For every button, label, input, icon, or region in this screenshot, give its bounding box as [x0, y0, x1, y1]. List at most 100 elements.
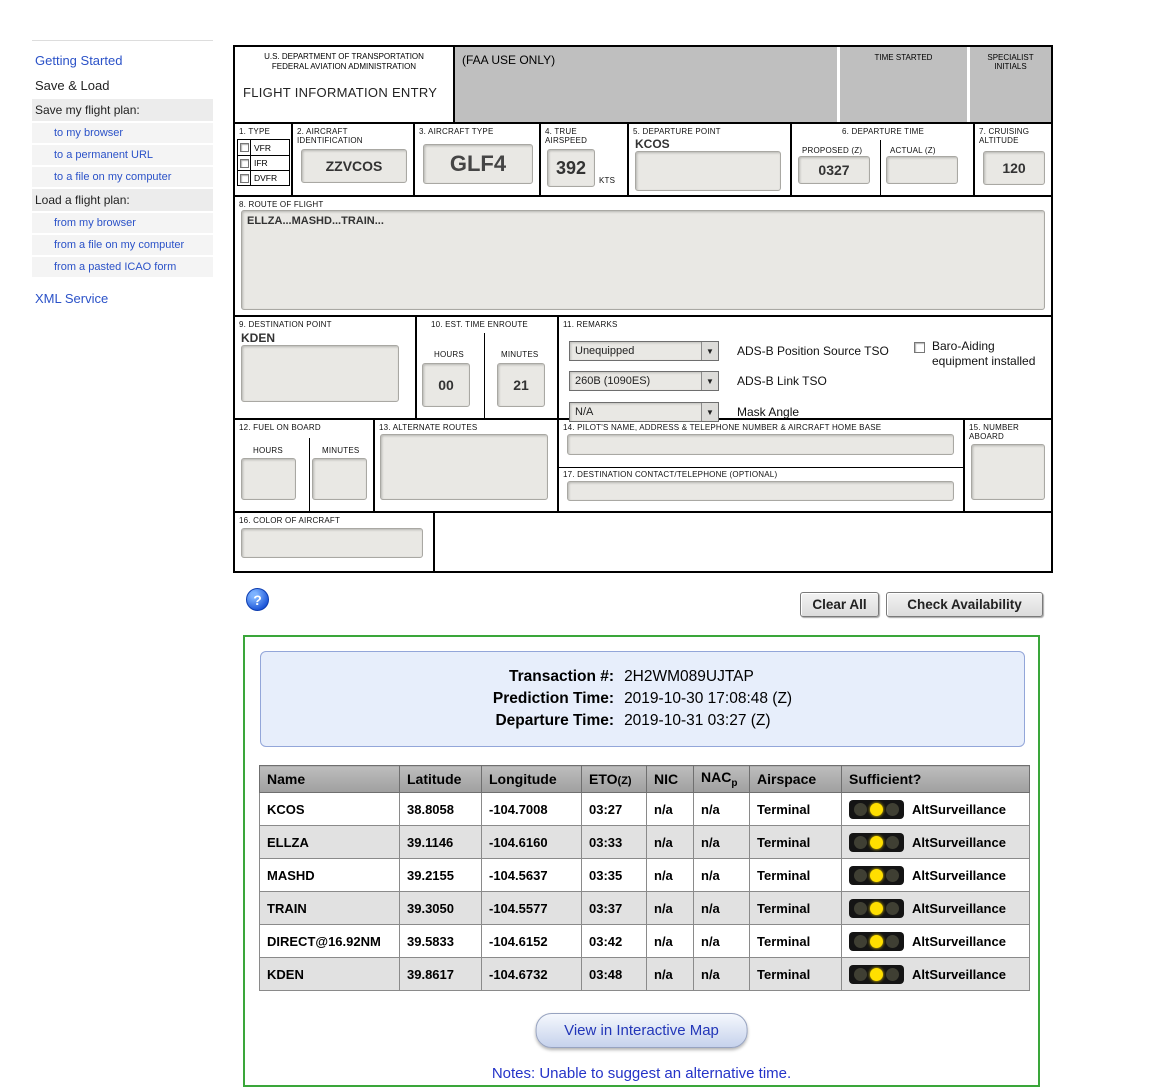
- sidebar-item-to-my-browser[interactable]: to my browser: [32, 123, 213, 143]
- sidebar: Getting Started Save & Load Save my flig…: [32, 40, 213, 312]
- table-row: MASHD 39.2155 -104.5637 03:35 n/a n/a Te…: [260, 859, 1030, 892]
- mask-angle-label: Mask Angle: [737, 405, 799, 419]
- cruising-altitude-input[interactable]: 120: [983, 151, 1045, 185]
- mask-angle-select[interactable]: N/A ▼: [569, 402, 719, 422]
- form-row-3: 12. FUEL ON BOARD HOURS MINUTES 13. ALTE…: [235, 420, 1051, 513]
- cell-nacp: n/a: [694, 859, 750, 892]
- aircraft-id-cell: 2. AIRCRAFT IDENTIFICATION ZZVCOS: [293, 124, 415, 195]
- remarks-cell: 11. REMARKS Unequipped ▼ ADS-B Position …: [559, 317, 1051, 418]
- help-icon[interactable]: ?: [246, 588, 269, 611]
- cruising-altitude-cell: 7. CRUISING ALTITUDE 120: [975, 124, 1051, 195]
- specialist-initials-line1: SPECIALIST: [970, 47, 1051, 62]
- results-table: Name Latitude Longitude ETO(Z) NIC NACp …: [259, 765, 1030, 991]
- kts-unit-label: KTS: [599, 176, 615, 185]
- actual-time-input[interactable]: [886, 156, 958, 184]
- true-airspeed-input[interactable]: 392: [547, 149, 595, 187]
- specialist-initials-line2: INITIALS: [970, 62, 1051, 71]
- header-longitude: Longitude: [482, 766, 582, 793]
- departure-time-label: Departure Time:: [493, 712, 614, 730]
- sidebar-item-from-a-file-on-my-computer[interactable]: from a file on my computer: [32, 235, 213, 255]
- fuel-hours-input[interactable]: [241, 458, 296, 500]
- aircraft-id-input[interactable]: ZZVCOS: [301, 149, 407, 183]
- destination-contact-input[interactable]: [567, 481, 954, 501]
- proposed-time-input[interactable]: 0327: [798, 156, 870, 184]
- actual-label: ACTUAL (Z): [890, 146, 936, 155]
- adsb-link-value: 260B (1090ES): [570, 372, 701, 390]
- traffic-light-icon: [849, 965, 904, 984]
- sidebar-item-from-a-pasted-icao-form[interactable]: from a pasted ICAO form: [32, 257, 213, 277]
- adsb-position-select[interactable]: Unequipped ▼: [569, 341, 719, 361]
- cell-airspace: Terminal: [750, 859, 842, 892]
- traffic-dot-off: [854, 968, 867, 981]
- color-of-aircraft-input[interactable]: [241, 528, 423, 558]
- sidebar-item-from-my-browser[interactable]: from my browser: [32, 213, 213, 233]
- dept-line2: FEDERAL AVIATION ADMINISTRATION: [235, 61, 453, 71]
- traffic-dot-on: [870, 836, 883, 849]
- sidebar-item-to-a-file-on-my-computer[interactable]: to a file on my computer: [32, 167, 213, 187]
- sidebar-item-getting-started[interactable]: Getting Started: [32, 49, 213, 72]
- transaction-value: 2H2WM089UJTAP: [624, 668, 792, 686]
- departure-time-label: 6. DEPARTURE TIME: [842, 127, 924, 136]
- departure-point-input[interactable]: [635, 151, 781, 191]
- header-eto: ETO(Z): [582, 766, 647, 793]
- cell-latitude: 38.8058: [400, 793, 482, 826]
- ete-divider: [484, 333, 485, 418]
- cell-nic: n/a: [647, 925, 694, 958]
- sidebar-item-to-a-permanent-url[interactable]: to a permanent URL: [32, 145, 213, 165]
- form-header-row: U.S. DEPARTMENT OF TRANSPORTATION FEDERA…: [235, 47, 1051, 124]
- vfr-checkbox[interactable]: [240, 143, 249, 152]
- cell-longitude: -104.6732: [482, 958, 582, 991]
- number-aboard-input[interactable]: [971, 444, 1045, 500]
- traffic-light-icon: [849, 932, 904, 951]
- route-value: ELLZA...MASHD...TRAIN...: [242, 211, 1044, 227]
- number-aboard-label: 15. NUMBER ABOARD: [969, 423, 1029, 441]
- alternate-routes-input[interactable]: [380, 434, 548, 500]
- ifr-checkbox[interactable]: [240, 159, 249, 168]
- cell-name: KDEN: [260, 958, 400, 991]
- cell-longitude: -104.6152: [482, 925, 582, 958]
- adsb-link-select[interactable]: 260B (1090ES) ▼: [569, 371, 719, 391]
- cell-nic: n/a: [647, 793, 694, 826]
- view-interactive-map-button[interactable]: View in Interactive Map: [535, 1013, 748, 1048]
- ete-hours-input[interactable]: 00: [422, 363, 470, 407]
- dropdown-arrow-icon: ▼: [701, 372, 718, 390]
- form-row-route: 8. ROUTE OF FLIGHT ELLZA...MASHD...TRAIN…: [235, 197, 1051, 317]
- baro-aiding-checkbox[interactable]: [914, 342, 925, 353]
- ifr-label: IFR: [251, 156, 289, 170]
- pilot-info-input[interactable]: [567, 434, 954, 455]
- cell-name: ELLZA: [260, 826, 400, 859]
- destination-point-input[interactable]: [241, 345, 399, 402]
- proposed-label: PROPOSED (Z): [802, 146, 862, 155]
- clear-all-button[interactable]: Clear All: [800, 592, 879, 617]
- true-airspeed-label: 4. TRUE AIRSPEED: [545, 127, 605, 145]
- form-row-2: 9. DESTINATION POINT KDEN 10. EST. TIME …: [235, 317, 1051, 420]
- cell-nic: n/a: [647, 958, 694, 991]
- ete-minutes-input[interactable]: 21: [497, 363, 545, 407]
- cell-longitude: -104.7008: [482, 793, 582, 826]
- destination-point-value: KDEN: [241, 331, 275, 345]
- dvfr-checkbox[interactable]: [240, 174, 249, 183]
- traffic-dot-off: [886, 869, 899, 882]
- aircraft-type-input[interactable]: GLF4: [423, 144, 533, 184]
- check-availability-button[interactable]: Check Availability: [886, 592, 1043, 617]
- cell-eto: 03:48: [582, 958, 647, 991]
- route-input[interactable]: ELLZA...MASHD...TRAIN...: [241, 210, 1045, 310]
- fuel-minutes-input[interactable]: [312, 458, 367, 500]
- number-aboard-cell: 15. NUMBER ABOARD: [965, 420, 1051, 511]
- traffic-dot-off: [854, 869, 867, 882]
- ete-minutes-label: MINUTES: [501, 350, 538, 359]
- cell-name: MASHD: [260, 859, 400, 892]
- cell-eto: 03:27: [582, 793, 647, 826]
- est-time-enroute-cell: 10. EST. TIME ENROUTE HOURS MINUTES 00 2…: [417, 317, 559, 418]
- type-label: 1. TYPE: [239, 127, 270, 136]
- traffic-dot-on: [870, 869, 883, 882]
- cell-nacp: n/a: [694, 958, 750, 991]
- cell-nacp: n/a: [694, 892, 750, 925]
- cell-airspace: Terminal: [750, 892, 842, 925]
- adsb-position-label: ADS-B Position Source TSO: [737, 344, 889, 358]
- header-nic: NIC: [647, 766, 694, 793]
- alternate-routes-cell: 13. ALTERNATE ROUTES: [375, 420, 559, 511]
- faa-use-only-label: (FAA USE ONLY): [455, 47, 837, 67]
- sidebar-item-xml-service[interactable]: XML Service: [32, 287, 213, 310]
- cell-eto: 03:33: [582, 826, 647, 859]
